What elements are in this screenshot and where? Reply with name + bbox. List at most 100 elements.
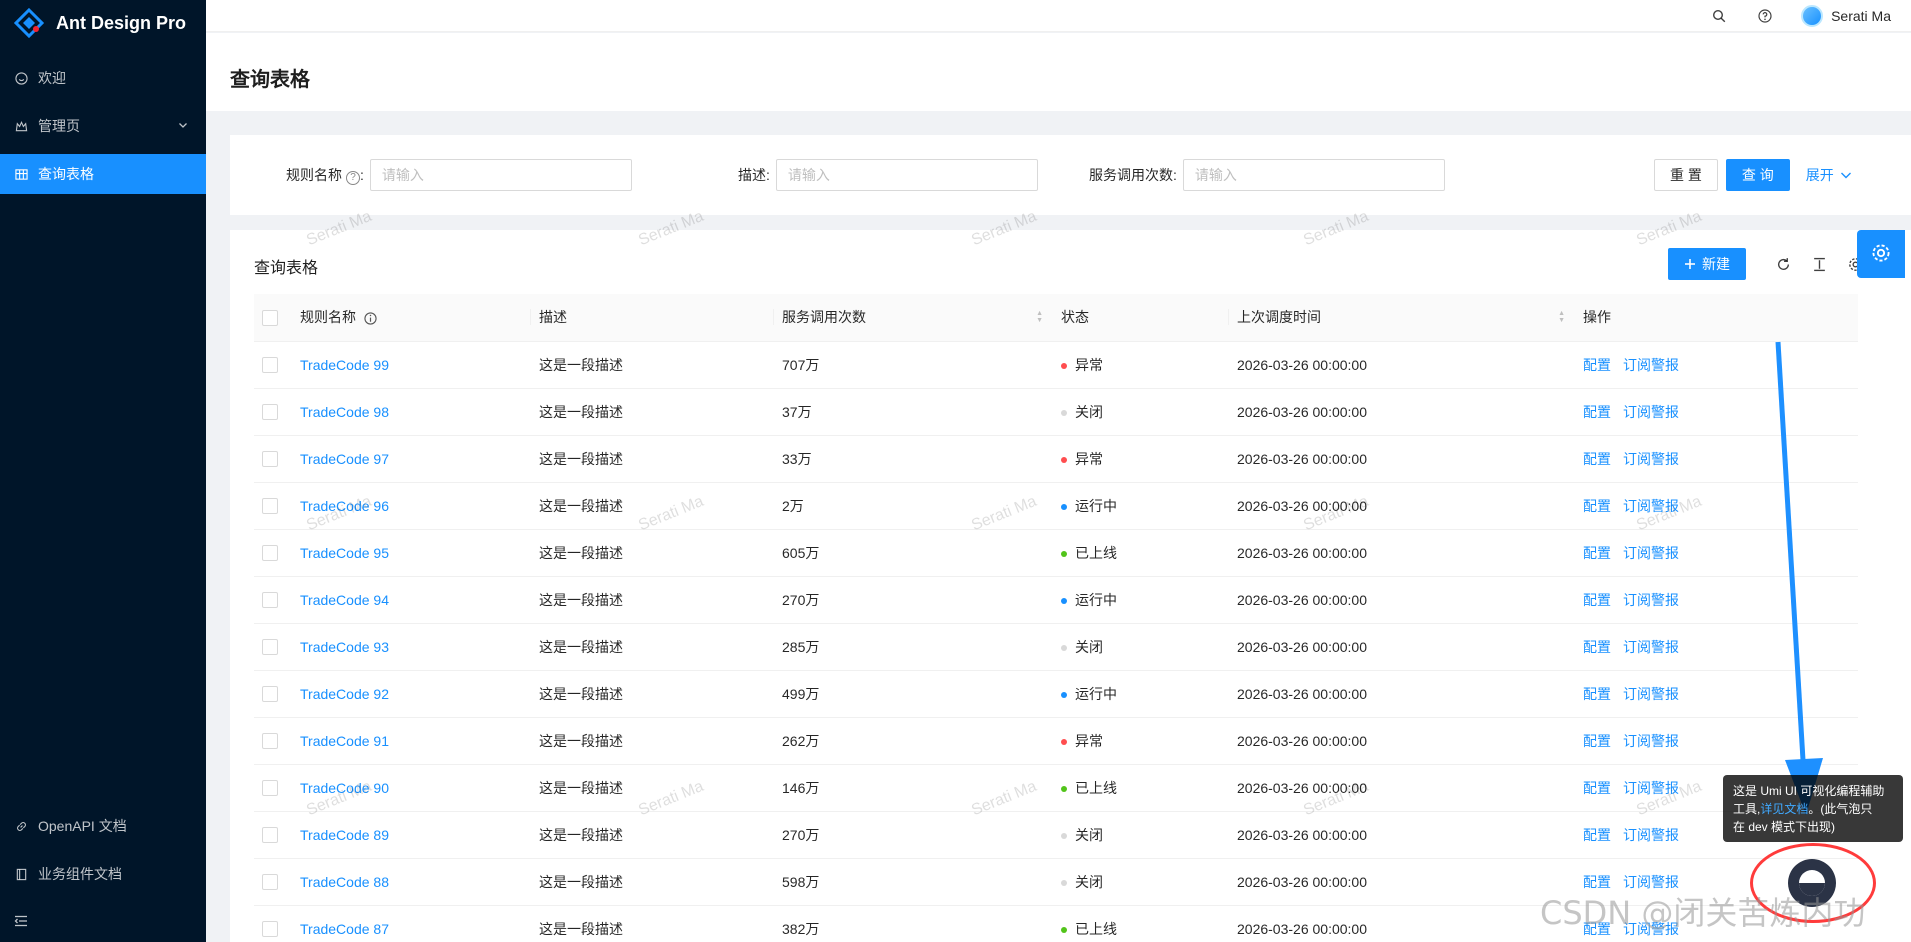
column-header-last-scheduled[interactable]: 上次调度时间 ▲ ▼	[1229, 294, 1575, 342]
user-menu[interactable]: Serati Ma	[1801, 4, 1891, 27]
info-circle-icon[interactable]	[364, 312, 377, 325]
column-header-call-count[interactable]: 服务调用次数 ▲ ▼	[774, 294, 1053, 342]
rule-name-cell: TradeCode 94	[292, 576, 531, 624]
config-link[interactable]: 配置	[1583, 498, 1611, 514]
sidebar-item-openapi[interactable]: OpenAPI 文档	[0, 806, 206, 846]
rule-name-link[interactable]: TradeCode 89	[300, 827, 389, 843]
rule-name-link[interactable]: TradeCode 90	[300, 780, 389, 796]
sort-icon[interactable]: ▲ ▼	[1558, 310, 1565, 324]
logo[interactable]: Ant Design Pro	[0, 0, 206, 46]
row-checkbox[interactable]	[262, 874, 278, 891]
sidebar-item-component-docs[interactable]: 业务组件文档	[0, 854, 206, 894]
row-checkbox[interactable]	[262, 921, 278, 938]
config-link[interactable]: 配置	[1583, 733, 1611, 749]
collapse-menu-button[interactable]	[0, 902, 206, 942]
csdn-watermark: CSDN @闭关苦炼内功	[1540, 894, 1866, 932]
new-button[interactable]: 新建	[1668, 248, 1746, 280]
rule-name-link[interactable]: TradeCode 97	[300, 451, 389, 467]
row-select-cell	[254, 670, 292, 718]
subscribe-alert-link[interactable]: 订阅警报	[1623, 404, 1679, 420]
column-label: 上次调度时间	[1237, 309, 1321, 326]
description-cell: 这是一段描述	[531, 482, 774, 530]
rule-name-link[interactable]: TradeCode 93	[300, 639, 389, 655]
call-count-cell: 33万	[774, 435, 1053, 483]
config-link[interactable]: 配置	[1583, 545, 1611, 561]
config-link[interactable]: 配置	[1583, 780, 1611, 796]
question-circle-icon[interactable]: ?	[346, 171, 360, 185]
rule-name-link[interactable]: TradeCode 95	[300, 545, 389, 561]
table-row: TradeCode 95 这是一段描述 605万 已上线 2026-03-26 …	[254, 529, 1858, 577]
subscribe-alert-link[interactable]: 订阅警报	[1623, 827, 1679, 843]
rule-name-cell: TradeCode 95	[292, 529, 531, 577]
search-form: 规则名称?: 描述: 服务调用次数: 重 置 查 询 展开	[230, 135, 1911, 215]
subscribe-alert-link[interactable]: 订阅警报	[1623, 592, 1679, 608]
expand-link[interactable]: 展开	[1806, 165, 1852, 185]
row-checkbox[interactable]	[262, 404, 278, 421]
setting-icon	[1871, 243, 1891, 266]
row-checkbox[interactable]	[262, 780, 278, 797]
config-link[interactable]: 配置	[1583, 686, 1611, 702]
search-icon[interactable]	[1709, 6, 1729, 26]
query-button[interactable]: 查 询	[1725, 159, 1790, 191]
config-link[interactable]: 配置	[1583, 451, 1611, 467]
subscribe-alert-link[interactable]: 订阅警报	[1623, 780, 1679, 796]
subscribe-alert-link[interactable]: 订阅警报	[1623, 733, 1679, 749]
reset-button[interactable]: 重 置	[1654, 159, 1718, 191]
status-dot	[1061, 785, 1067, 792]
column-height-icon[interactable]	[1810, 255, 1828, 273]
row-checkbox[interactable]	[262, 357, 278, 374]
settings-drawer-button[interactable]	[1857, 230, 1905, 278]
top-header: Serati Ma	[206, 0, 1911, 32]
subscribe-alert-link[interactable]: 订阅警报	[1623, 357, 1679, 373]
docs-link[interactable]: 详见文档	[1760, 802, 1808, 816]
subscribe-alert-link[interactable]: 订阅警报	[1623, 639, 1679, 655]
rule-name-link[interactable]: TradeCode 94	[300, 592, 389, 608]
rule-name-input[interactable]	[369, 159, 632, 191]
reload-icon[interactable]	[1774, 255, 1792, 273]
row-checkbox[interactable]	[262, 498, 278, 515]
rule-name-link[interactable]: TradeCode 99	[300, 357, 389, 373]
config-link[interactable]: 配置	[1583, 827, 1611, 843]
rule-name-link[interactable]: TradeCode 88	[300, 874, 389, 890]
config-link[interactable]: 配置	[1583, 592, 1611, 608]
row-checkbox[interactable]	[262, 733, 278, 750]
config-link[interactable]: 配置	[1583, 639, 1611, 655]
sort-icon[interactable]: ▲ ▼	[1036, 310, 1043, 324]
question-circle-icon[interactable]	[1755, 6, 1775, 26]
table-row: TradeCode 94 这是一段描述 270万 运行中 2026-03-26 …	[254, 576, 1858, 624]
subscribe-alert-link[interactable]: 订阅警报	[1623, 451, 1679, 467]
actions-cell: 配置 订阅警报	[1575, 529, 1858, 577]
rule-name-link[interactable]: TradeCode 87	[300, 921, 389, 937]
rule-name-link[interactable]: TradeCode 91	[300, 733, 389, 749]
rule-name-link[interactable]: TradeCode 98	[300, 404, 389, 420]
config-link[interactable]: 配置	[1583, 357, 1611, 373]
call-count-input[interactable]	[1182, 159, 1445, 191]
call-count-cell: 382万	[774, 905, 1053, 942]
row-checkbox[interactable]	[262, 592, 278, 609]
call-count-cell: 285万	[774, 623, 1053, 671]
row-checkbox[interactable]	[262, 639, 278, 656]
last-scheduled-cell: 2026-03-26 00:00:00	[1229, 576, 1575, 624]
description-cell: 这是一段描述	[531, 905, 774, 942]
description-cell: 这是一段描述	[531, 576, 774, 624]
rule-name-link[interactable]: TradeCode 92	[300, 686, 389, 702]
select-all-checkbox[interactable]	[262, 309, 278, 326]
row-checkbox[interactable]	[262, 686, 278, 703]
sidebar-item-table-list[interactable]: 查询表格	[0, 154, 206, 194]
description-input[interactable]	[775, 159, 1038, 191]
row-checkbox[interactable]	[262, 827, 278, 844]
subscribe-alert-link[interactable]: 订阅警报	[1623, 686, 1679, 702]
app-title: Ant Design Pro	[56, 12, 187, 33]
rule-name-link[interactable]: TradeCode 96	[300, 498, 389, 514]
sidebar-item-admin[interactable]: 管理页	[0, 106, 206, 146]
config-link[interactable]: 配置	[1583, 404, 1611, 420]
subscribe-alert-link[interactable]: 订阅警报	[1623, 498, 1679, 514]
row-checkbox[interactable]	[262, 545, 278, 562]
rule-name-cell: TradeCode 89	[292, 811, 531, 859]
column-label: 描述	[539, 309, 567, 326]
subscribe-alert-link[interactable]: 订阅警报	[1623, 545, 1679, 561]
sidebar-item-welcome[interactable]: 欢迎	[0, 58, 206, 98]
column-header-name: 规则名称	[292, 294, 531, 342]
description-cell: 这是一段描述	[531, 529, 774, 577]
row-checkbox[interactable]	[262, 451, 278, 468]
